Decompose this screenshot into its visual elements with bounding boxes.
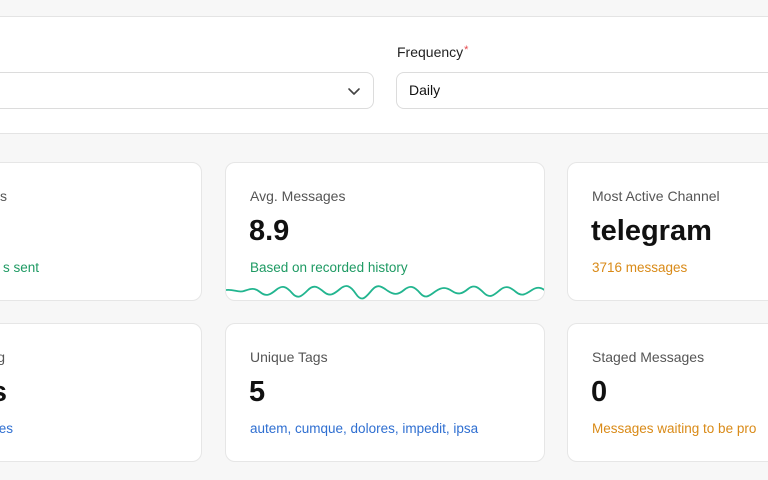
left-bottom-value: s: [0, 376, 7, 409]
messages-card: es s sent: [0, 162, 202, 301]
left-bottom-card: g s es: [0, 323, 202, 462]
avg-messages-subtitle: Based on recorded history: [250, 260, 408, 275]
messages-card-subtitle: s sent: [2, 260, 39, 275]
frequency-label: Frequency*: [397, 44, 468, 60]
avg-messages-title: Avg. Messages: [250, 188, 346, 204]
most-active-channel-value: telegram: [591, 215, 712, 247]
unique-tags-card: Unique Tags 5 autem, cumque, dolores, im…: [225, 323, 545, 462]
required-marker: *: [464, 44, 469, 56]
history-sparkline: [226, 285, 544, 300]
left-bottom-subtitle: es: [0, 421, 13, 436]
chevron-down-icon[interactable]: [346, 83, 362, 99]
staged-messages-subtitle: Messages waiting to be pro: [592, 421, 757, 436]
frequency-label-text: Frequency: [397, 44, 464, 60]
staged-messages-card: Staged Messages 0 Messages waiting to be…: [567, 323, 768, 462]
most-active-channel-card: Most Active Channel telegram 3716 messag…: [567, 162, 768, 301]
staged-messages-title: Staged Messages: [592, 349, 705, 365]
staged-messages-value: 0: [591, 376, 608, 408]
frequency-value: Daily: [409, 82, 441, 98]
unique-tags-value: 5: [249, 376, 266, 408]
dashboard-page: Frequency* Daily es s sent Avg. Messages…: [0, 0, 768, 480]
period-select[interactable]: [0, 72, 374, 109]
avg-messages-value: 8.9: [249, 215, 290, 247]
frequency-select[interactable]: Daily: [396, 72, 768, 109]
messages-card-title: es: [0, 188, 7, 204]
unique-tags-title: Unique Tags: [250, 349, 328, 365]
most-active-channel-subtitle: 3716 messages: [592, 260, 688, 275]
most-active-channel-title: Most Active Channel: [592, 188, 720, 204]
left-bottom-title: g: [0, 349, 5, 365]
avg-messages-card: Avg. Messages 8.9 Based on recorded hist…: [225, 162, 545, 301]
unique-tags-list[interactable]: autem, cumque, dolores, impedit, ipsa: [250, 421, 478, 436]
